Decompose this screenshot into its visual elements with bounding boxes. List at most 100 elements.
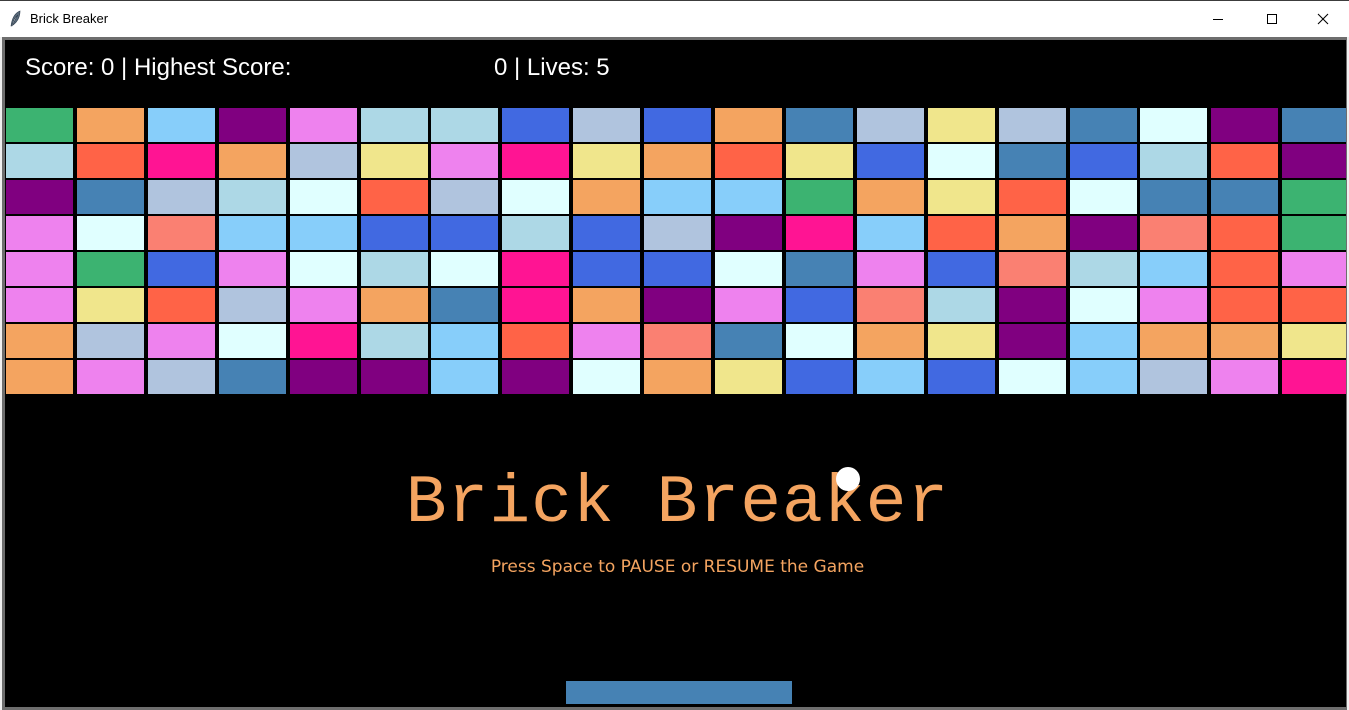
brick [75,287,145,323]
brick [75,251,145,287]
brick [5,179,74,215]
brick [359,107,429,143]
brick [1068,251,1138,287]
brick [926,287,996,323]
brick [1281,251,1346,287]
brick [1139,251,1209,287]
brick [714,143,783,179]
feather-icon [9,10,23,28]
brick [784,287,854,323]
brick [217,359,287,395]
brick [5,323,74,359]
brick [1210,179,1280,215]
brick [1281,215,1346,251]
game-window: Brick Breaker Score: 0 | Highest Score: … [0,0,1349,710]
title-bar[interactable]: Brick Breaker [0,0,1349,37]
brick [146,179,216,215]
brick [1139,215,1209,251]
brick [572,287,642,323]
brick [501,287,571,323]
brick [359,143,429,179]
brick [855,179,925,215]
brick [288,323,358,359]
score-label: Score: 0 | Highest Score: [25,54,292,81]
brick [1139,359,1209,395]
minimize-button[interactable] [1195,1,1241,37]
brick [288,215,358,251]
brick [75,107,145,143]
window-title: Brick Breaker [30,11,109,26]
brick [288,251,358,287]
brick [5,359,74,395]
brick [1210,143,1280,179]
brick [217,107,287,143]
brick-grid [5,107,1346,397]
brick [1139,179,1209,215]
brick [1210,323,1280,359]
brick [1210,287,1280,323]
lives-label: 0 | Lives: 5 [494,54,610,81]
brick [714,287,783,323]
brick [1210,107,1280,143]
brick [997,179,1067,215]
brick [430,287,500,323]
brick [5,251,74,287]
brick [784,215,854,251]
brick [572,323,642,359]
brick [1210,251,1280,287]
brick [75,215,145,251]
brick [288,359,358,395]
brick [501,107,571,143]
brick [75,359,145,395]
brick [1068,323,1138,359]
brick [784,143,854,179]
brick [501,215,571,251]
brick [1210,359,1280,395]
brick [572,107,642,143]
brick [501,323,571,359]
brick [997,107,1067,143]
brick [643,215,713,251]
game-canvas[interactable]: Score: 0 | Highest Score: 0 | Lives: 5 B… [5,40,1346,707]
brick [217,251,287,287]
brick [926,107,996,143]
brick [146,251,216,287]
minimize-icon [1212,13,1224,25]
paddle[interactable] [566,681,792,704]
brick [288,179,358,215]
brick [784,251,854,287]
brick [430,143,500,179]
maximize-button[interactable] [1249,1,1295,37]
brick [926,179,996,215]
brick [784,323,854,359]
brick [855,107,925,143]
brick [926,359,996,395]
brick [926,251,996,287]
brick [855,323,925,359]
brick [430,323,500,359]
brick [5,215,74,251]
brick [146,359,216,395]
brick [359,287,429,323]
brick [1281,359,1346,395]
brick [714,323,783,359]
game-title: Brick Breaker [405,465,950,542]
brick [1281,143,1346,179]
close-icon [1317,13,1329,25]
brick [1068,179,1138,215]
brick [855,251,925,287]
close-button[interactable] [1300,1,1346,37]
brick [146,215,216,251]
brick [855,215,925,251]
brick [1281,323,1346,359]
brick [288,107,358,143]
brick [146,323,216,359]
brick [217,323,287,359]
brick [1139,287,1209,323]
brick [572,143,642,179]
brick [714,215,783,251]
brick [1068,143,1138,179]
brick [430,179,500,215]
brick [714,359,783,395]
brick [5,107,74,143]
